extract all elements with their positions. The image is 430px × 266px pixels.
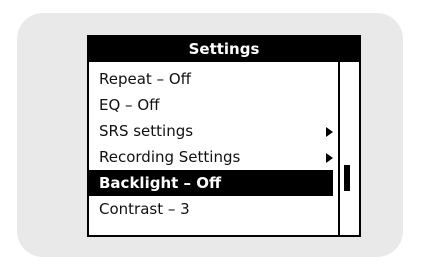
screen-title: Settings — [89, 37, 359, 62]
submenu-arrow-icon — [326, 127, 333, 137]
menu-item-label: Contrast – 3 — [99, 200, 190, 218]
settings-menu: Repeat – Off EQ – Off SRS settings Recor… — [89, 66, 333, 222]
menu-item-srs-settings[interactable]: SRS settings — [89, 118, 333, 144]
settings-screen: Settings Repeat – Off EQ – Off SRS setti… — [87, 35, 361, 237]
device-bezel: Settings Repeat – Off EQ – Off SRS setti… — [17, 13, 403, 257]
menu-item-label: EQ – Off — [99, 96, 160, 114]
menu-item-eq[interactable]: EQ – Off — [89, 92, 333, 118]
menu-item-label: Repeat – Off — [99, 70, 191, 88]
menu-item-label: Backlight – Off — [99, 174, 222, 192]
scrollbar-thumb[interactable] — [344, 165, 350, 191]
menu-item-label: Recording Settings — [99, 148, 241, 166]
menu-item-contrast[interactable]: Contrast – 3 — [89, 196, 333, 222]
menu-item-repeat[interactable]: Repeat – Off — [89, 66, 333, 92]
menu-item-recording-settings[interactable]: Recording Settings — [89, 144, 333, 170]
scrollbar[interactable] — [338, 62, 357, 235]
menu-item-backlight[interactable]: Backlight – Off — [89, 170, 333, 196]
menu-item-label: SRS settings — [99, 122, 194, 140]
submenu-arrow-icon — [326, 153, 333, 163]
